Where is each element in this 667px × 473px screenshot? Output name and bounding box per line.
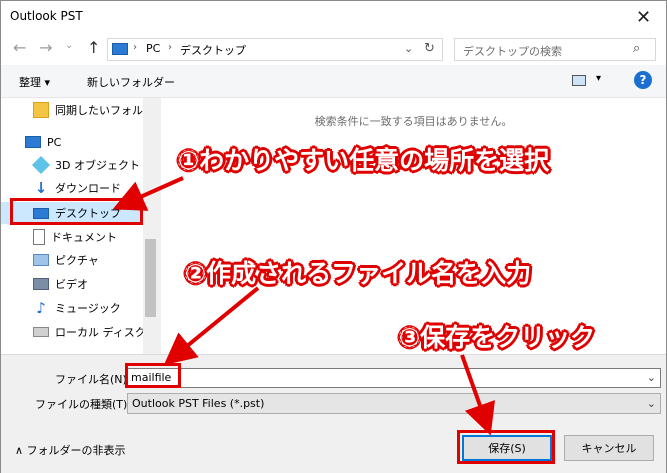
- sidebar-item-label: ダウンロード: [55, 182, 121, 195]
- sidebar-item-documents[interactable]: ドキュメント: [1, 226, 143, 248]
- sidebar-item-label: PC: [47, 135, 62, 149]
- sidebar-item-pc[interactable]: PC: [1, 131, 143, 153]
- window-title: Outlook PST: [10, 9, 83, 23]
- view-options-icon[interactable]: [572, 75, 586, 86]
- filename-input[interactable]: mailfile ⌄: [127, 368, 661, 388]
- pc-icon: [25, 136, 41, 148]
- sidebar-item-label: 3D オブジェクト: [55, 159, 140, 172]
- sidebar-item-sync-folder[interactable]: 同期したいフォルダ: [1, 99, 154, 121]
- address-bar[interactable]: › PC › デスクトップ ⌄ ↻: [107, 38, 443, 61]
- refresh-icon[interactable]: ↻: [424, 41, 435, 56]
- title-bar: Outlook PST ✕: [1, 1, 666, 33]
- desktop-icon: [33, 207, 49, 219]
- document-icon: [33, 229, 45, 245]
- view-dropdown-icon[interactable]: ▾: [596, 73, 601, 84]
- chevron-up-icon: ∧: [15, 444, 27, 457]
- sidebar-item-pictures[interactable]: ピクチャ: [1, 249, 143, 271]
- navigation-pane: 同期したいフォルダ PC 3D オブジェクト ↓ ダウンロード デスクトップ ド…: [1, 98, 158, 354]
- hide-folders-label: フォルダーの非表示: [26, 444, 126, 457]
- sidebar-item-label: ピクチャ: [55, 254, 99, 267]
- filename-dropdown-icon[interactable]: ⌄: [647, 369, 656, 387]
- close-icon: ✕: [635, 6, 652, 28]
- breadcrumb-separator-icon: ›: [133, 42, 137, 53]
- 3d-objects-icon: [31, 155, 51, 175]
- sidebar-item-label: ビデオ: [55, 278, 88, 291]
- navigation-bar: ← → ⌄ ↑ › PC › デスクトップ ⌄ ↻ デスクトップの検索 ⌕: [1, 33, 666, 65]
- address-dropdown-icon[interactable]: ⌄: [404, 42, 413, 55]
- filename-label: ファイル名(N):: [55, 373, 131, 386]
- breadcrumb-desktop[interactable]: デスクトップ: [180, 42, 246, 58]
- forward-arrow-icon[interactable]: →: [39, 38, 52, 57]
- sidebar-item-label: デスクトップ: [55, 207, 121, 220]
- organize-button[interactable]: 整理 ▾: [19, 74, 50, 90]
- download-icon: ↓: [34, 179, 48, 197]
- sidebar-item-label: ドキュメント: [51, 231, 117, 244]
- music-icon: ♪: [36, 299, 46, 317]
- folder-icon: [33, 102, 49, 118]
- filetype-label: ファイルの種類(T):: [35, 398, 132, 411]
- breadcrumb-separator-icon: ›: [168, 42, 172, 53]
- filetype-select[interactable]: Outlook PST Files (*.pst) ⌄: [127, 393, 661, 414]
- search-box[interactable]: デスクトップの検索 ⌕: [454, 38, 656, 61]
- filetype-dropdown-icon: ⌄: [646, 397, 656, 410]
- search-placeholder: デスクトップの検索: [463, 45, 562, 58]
- new-folder-button[interactable]: 新しいフォルダー: [87, 74, 175, 90]
- pc-monitor-icon: [112, 43, 128, 55]
- sidebar-scrollbar-thumb[interactable]: [145, 239, 156, 317]
- breadcrumb-pc[interactable]: PC: [146, 42, 160, 55]
- save-button[interactable]: 保存(S): [462, 435, 552, 461]
- save-dialog: Outlook PST ✕ ← → ⌄ ↑ › PC › デスクトップ ⌄ ↻ …: [0, 0, 667, 473]
- search-icon: ⌕: [633, 41, 641, 56]
- hide-folders-toggle[interactable]: ∧ フォルダーの非表示: [15, 442, 126, 458]
- sidebar-item-label: 同期したいフォルダ: [55, 104, 154, 117]
- sidebar-item-downloads[interactable]: ↓ ダウンロード: [1, 177, 143, 199]
- disk-icon: [33, 327, 49, 337]
- sidebar-item-desktop[interactable]: デスクトップ: [1, 202, 143, 224]
- sidebar-item-music[interactable]: ♪ ミュージック: [1, 297, 143, 319]
- help-icon[interactable]: ?: [634, 71, 652, 89]
- back-arrow-icon[interactable]: ←: [13, 38, 26, 57]
- pictures-icon: [33, 254, 49, 266]
- command-toolbar: 整理 ▾ 新しいフォルダー ▾ ?: [1, 65, 666, 98]
- empty-message: 検索条件に一致する項目はありません。: [314, 115, 513, 128]
- sidebar-item-local-disk[interactable]: ローカル ディスク (C: [1, 321, 158, 343]
- sidebar-item-videos[interactable]: ビデオ: [1, 273, 143, 295]
- sidebar-item-label: ミュージック: [55, 302, 121, 315]
- up-arrow-icon[interactable]: ↑: [87, 38, 100, 57]
- filetype-value: Outlook PST Files (*.pst): [132, 397, 265, 410]
- cancel-button[interactable]: キャンセル: [564, 435, 654, 461]
- filename-value: mailfile: [131, 371, 172, 384]
- file-list-pane[interactable]: 検索条件に一致する項目はありません。: [161, 98, 666, 354]
- recent-locations-chevron-icon[interactable]: ⌄: [65, 40, 73, 51]
- sidebar-item-3d-objects[interactable]: 3D オブジェクト: [1, 154, 143, 176]
- close-button[interactable]: ✕: [621, 1, 666, 33]
- video-icon: [33, 278, 49, 290]
